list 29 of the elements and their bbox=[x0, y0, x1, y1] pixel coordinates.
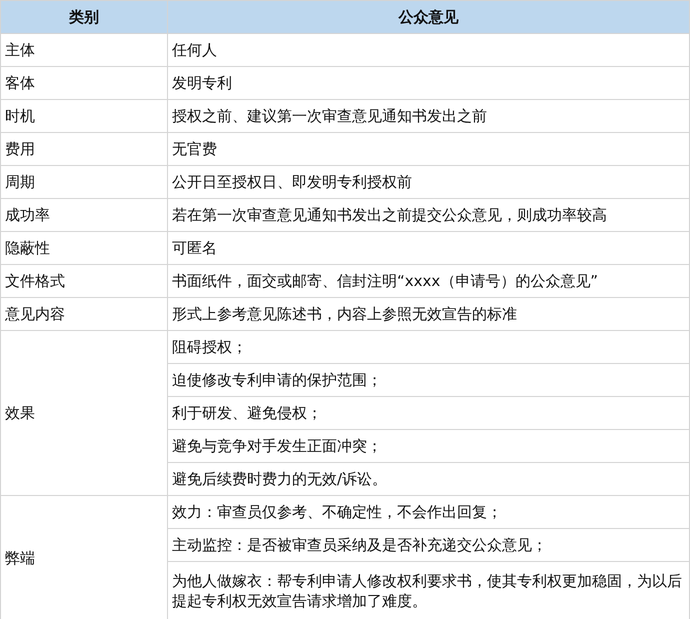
category-cell: 成功率 bbox=[0, 198, 168, 232]
table-cell: 迫使修改专利申请的保护范围； bbox=[168, 364, 690, 396]
table-cell: 任何人 bbox=[168, 34, 690, 66]
table-cell: 授权之前、建议第一次审查意见通知书发出之前 bbox=[168, 100, 690, 132]
table-cell: 避免后续费时费力的无效/诉讼。 bbox=[168, 462, 690, 496]
category-cell: 客体 bbox=[0, 66, 168, 100]
table-cell: 利于研发、避免侵权； bbox=[168, 396, 690, 430]
category-cell: 弊端 bbox=[0, 496, 168, 619]
table-cell: 书面纸件，面交或邮寄、信封注明“xxxx（申请号）的公众意见” bbox=[168, 264, 690, 298]
column-header: 类别 bbox=[0, 0, 168, 34]
table-cell: 主动监控：是否被审查员采纳及是否补充递交公众意见； bbox=[168, 528, 690, 562]
table-cell: 无官费 bbox=[168, 132, 690, 166]
table-cell: 避免与竞争对手发生正面冲突； bbox=[168, 430, 690, 462]
table-cell: 形式上参考意见陈述书，内容上参照无效宣告的标准 bbox=[168, 298, 690, 330]
category-cell: 效果 bbox=[0, 330, 168, 496]
category-cell: 隐蔽性 bbox=[0, 232, 168, 264]
table-cell: 可匿名 bbox=[168, 232, 690, 264]
table-cell: 发明专利 bbox=[168, 66, 690, 100]
category-cell: 周期 bbox=[0, 166, 168, 198]
category-cell: 文件格式 bbox=[0, 264, 168, 298]
column-header: 公众意见 bbox=[168, 0, 690, 34]
category-cell: 意见内容 bbox=[0, 298, 168, 330]
table-cell: 阻碍授权； bbox=[168, 330, 690, 364]
category-cell: 主体 bbox=[0, 34, 168, 66]
category-cell: 时机 bbox=[0, 100, 168, 132]
table-cell: 效力：审查员仅参考、不确定性，不会作出回复； bbox=[168, 496, 690, 528]
table-cell: 若在第一次审查意见通知书发出之前提交公众意见，则成功率较高 bbox=[168, 198, 690, 232]
table-cell: 公开日至授权日、即发明专利授权前 bbox=[168, 166, 690, 198]
category-cell: 费用 bbox=[0, 132, 168, 166]
